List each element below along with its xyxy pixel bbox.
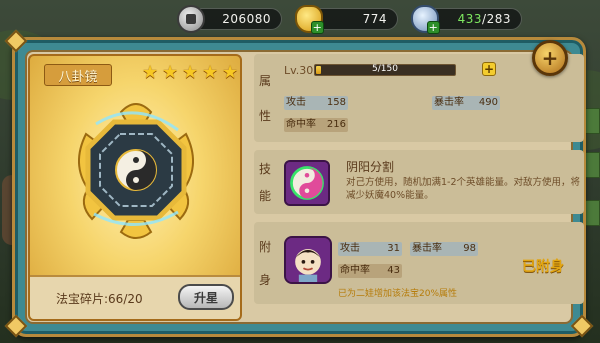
attach-stat-attack: 攻击 31 (338, 242, 402, 256)
stat-value: 98 (463, 243, 476, 254)
star-icon: ★ (142, 62, 159, 83)
treasure-name: 八卦镜 (44, 64, 112, 86)
coins-counter: 206080 (177, 5, 282, 33)
stat-crit-rate: 暴击率 490 (432, 96, 500, 110)
coins-value: 206080 (222, 12, 271, 26)
add-ingots-plus-icon[interactable]: + (311, 21, 324, 34)
stat-key: 攻击 (340, 243, 360, 254)
attributes-label: 属 性 (254, 54, 276, 142)
ingots-counter[interactable]: + 774 (295, 5, 398, 34)
stat-value: 31 (387, 243, 400, 254)
attach-section: 附 身 攻击 31 暴击率 98 命中率 43 已附身 已为二娃增加该法宝20%… (254, 222, 584, 304)
shard-count: 法宝碎片:66/20 (56, 292, 143, 306)
experience-text: 5/150 (372, 64, 398, 74)
skill-section: 技 能 阴阳分割 对己方使用，随机加满1-2个英雄能量。对敌方使用，将减少妖魔4… (254, 150, 584, 214)
star-rating: ★ ★ ★ ★ ★ (142, 64, 240, 82)
stat-value: 158 (326, 97, 346, 108)
bagua-mirror-icon (78, 103, 194, 239)
yin-yang-skill-icon[interactable] (284, 160, 330, 206)
attach-label-char: 附 (258, 240, 271, 254)
hero-portrait-icon[interactable] (284, 236, 332, 284)
skill-label-char: 技 (258, 162, 271, 176)
ingots-value: 774 (362, 12, 387, 26)
stat-key: 命中率 (286, 119, 316, 130)
star-icon: ★ (222, 62, 239, 83)
attach-stat-hit-rate: 命中率 43 (338, 264, 402, 278)
attach-stat-crit-rate: 暴击率 98 (410, 242, 478, 256)
energy-max: /283 (482, 12, 511, 26)
stat-key: 命中率 (340, 265, 370, 276)
add-energy-plus-icon[interactable]: + (427, 21, 440, 34)
stat-value: 43 (387, 265, 400, 276)
attach-label: 附 身 (254, 222, 276, 304)
skill-description: 对己方使用，随机加满1-2个英雄能量。对敌方使用，将减少妖魔40%能量。 (346, 177, 581, 201)
stat-key: 暴击率 (412, 243, 442, 254)
energy-current: 433 (457, 12, 483, 26)
experience-bar: 5/150 (314, 64, 456, 76)
stat-value: 490 (478, 97, 498, 108)
stat-key: 攻击 (286, 97, 306, 108)
star-icon: ★ (202, 62, 219, 83)
treasure-level: Lv.30 (284, 64, 314, 77)
skill-label-char: 能 (258, 189, 271, 203)
stat-value: 216 (326, 119, 346, 130)
stat-attack: 攻击 158 (284, 96, 348, 110)
skill-body: 阴阳分割 对己方使用，随机加满1-2个英雄能量。对敌方使用，将减少妖魔40%能量… (280, 150, 584, 214)
coin-icon (177, 5, 205, 33)
attributes-label-char: 属 (258, 74, 271, 88)
attach-label-char: 身 (258, 273, 271, 287)
attach-bonus-text: 已为二娃增加该法宝20%属性 (338, 289, 458, 299)
attributes-label-char: 性 (258, 109, 271, 123)
expand-plus-button[interactable]: + (532, 40, 568, 76)
upgrade-star-button[interactable]: 升星 (178, 284, 234, 310)
star-icon: ★ (182, 62, 199, 83)
star-icon: ★ (162, 62, 179, 83)
add-experience-button[interactable]: + (482, 62, 496, 76)
stat-key: 暴击率 (434, 97, 464, 108)
skill-name: 阴阳分割 (346, 160, 395, 174)
skill-label: 技 能 (254, 150, 276, 214)
stat-hit-rate: 命中率 216 (284, 118, 348, 132)
attach-body: 攻击 31 暴击率 98 命中率 43 已附身 已为二娃增加该法宝20%属性 (280, 222, 584, 304)
energy-counter[interactable]: + 433/283 (411, 5, 522, 34)
treasure-showcase-panel: 八卦镜 ★ ★ ★ ★ ★ 法宝碎片:66/20 升星 (28, 54, 242, 321)
attached-status: 已附身 (522, 259, 564, 275)
shard-progress-bar: 法宝碎片:66/20 升星 (30, 275, 240, 319)
